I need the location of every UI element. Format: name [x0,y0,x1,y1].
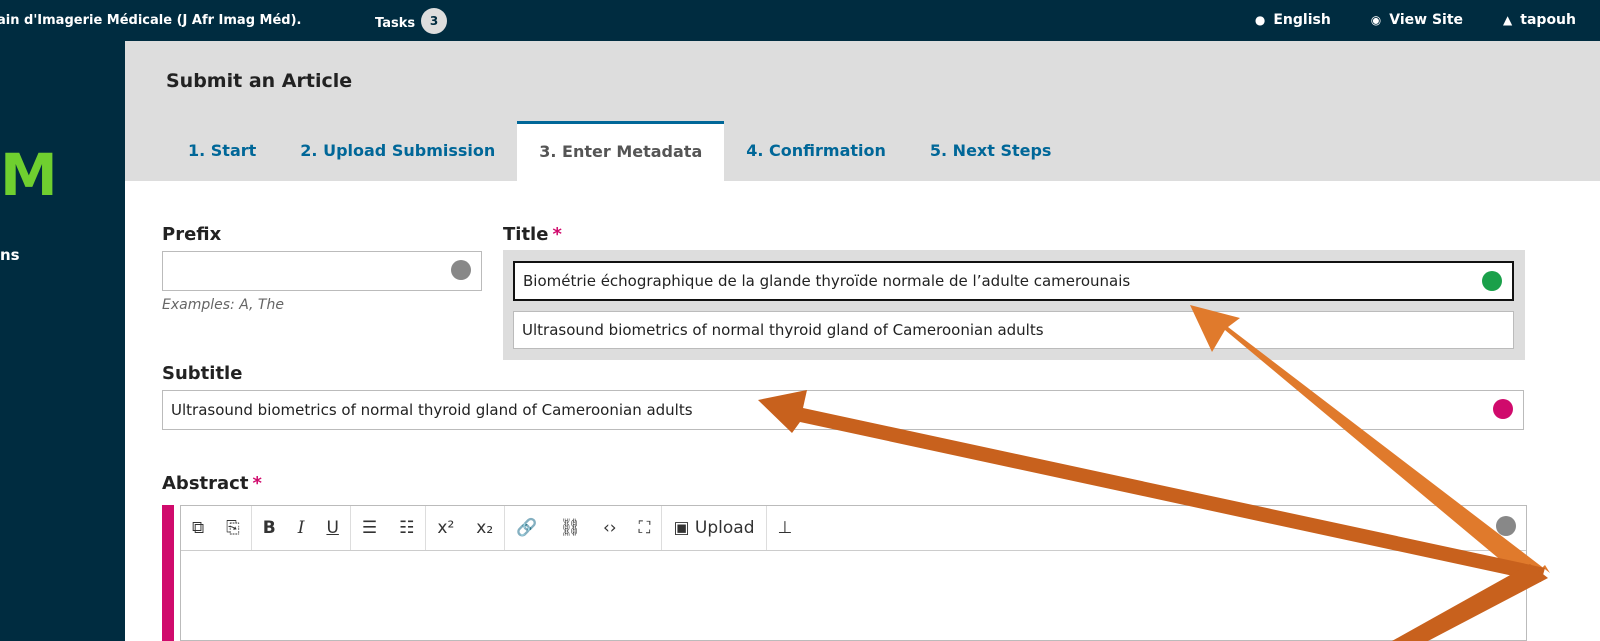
annotation-arrows [758,305,1550,641]
arrow-lower [1392,564,1548,641]
